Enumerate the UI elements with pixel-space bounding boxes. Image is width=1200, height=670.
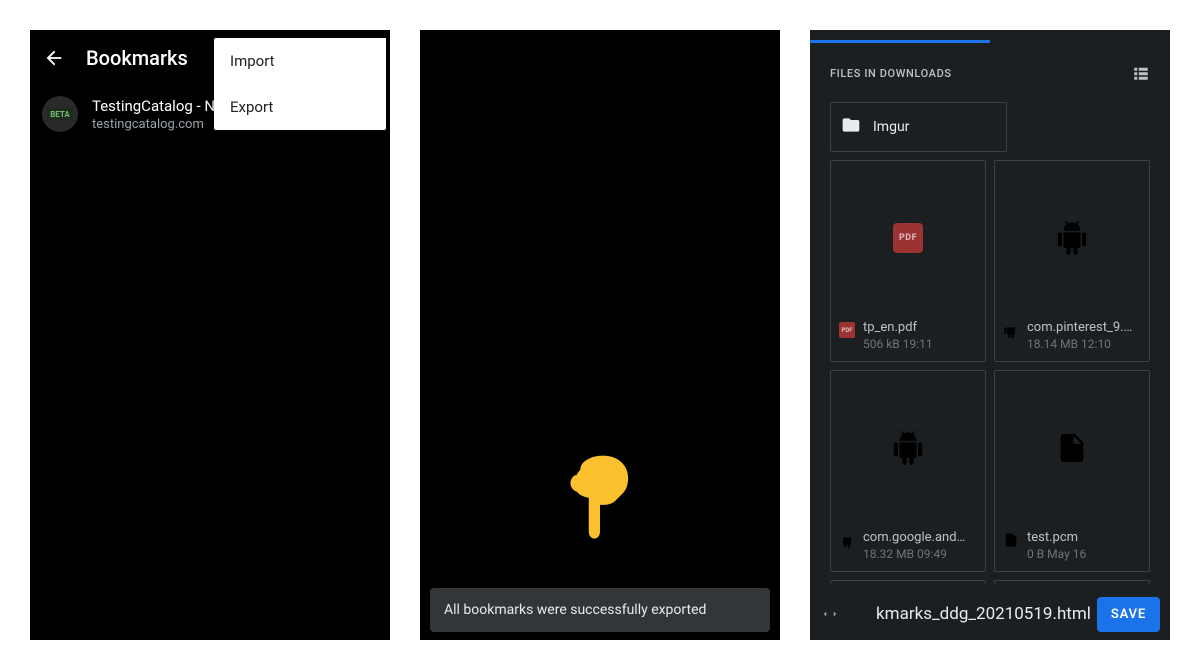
file-meta: 18.32 MB 09:49	[863, 547, 965, 561]
folder-icon	[841, 115, 861, 139]
file-preview	[995, 371, 1149, 524]
pdf-icon: PDF	[893, 223, 923, 253]
file-tile[interactable]	[994, 580, 1150, 584]
file-preview	[831, 371, 985, 524]
tab-indicator	[810, 40, 990, 43]
screen-export-result: All bookmarks were successfully exported	[420, 30, 780, 640]
file-preview: PDF	[831, 161, 985, 314]
file-meta: 0 B May 16	[1027, 547, 1086, 561]
file-tile[interactable]: com.google.and… 18.32 MB 09:49	[830, 370, 986, 572]
site-favicon: BETA	[42, 96, 78, 132]
file-name: tp_en.pdf	[863, 320, 933, 335]
picker-header: FILES IN DOWNLOADS	[810, 64, 1170, 82]
file-name: test.pcm	[1027, 530, 1086, 545]
file-grid: PDF PDF tp_en.pdf 506 kB 19:11 com.pinte…	[830, 160, 1150, 584]
pointing-down-hand-icon	[555, 450, 645, 544]
list-view-icon[interactable]	[1132, 64, 1150, 82]
file-icon	[1055, 431, 1089, 465]
file-tile[interactable]: PDF PDF tp_en.pdf 506 kB 19:11	[830, 160, 986, 362]
path-chevrons-icon[interactable]	[820, 607, 840, 621]
android-icon	[891, 431, 925, 465]
save-button[interactable]: SAVE	[1097, 597, 1160, 632]
filename-input[interactable]: ‎kmarks_ddg_20210519.html	[846, 604, 1091, 624]
file-meta: 506 kB 19:11	[863, 337, 933, 351]
android-icon	[1003, 322, 1019, 342]
file-name: com.google.and…	[863, 530, 965, 545]
file-icon	[1003, 532, 1019, 552]
overflow-menu: Import Export	[214, 38, 386, 130]
screen-bookmarks: Bookmarks BETA TestingCatalog - Ne… test…	[30, 30, 390, 640]
folder-imgur[interactable]: Imgur	[830, 102, 1007, 152]
menu-item-import[interactable]: Import	[214, 38, 386, 84]
file-tile[interactable]: test.pcm 0 B May 16	[994, 370, 1150, 572]
save-bar: ‎kmarks_ddg_20210519.html SAVE	[810, 588, 1170, 640]
picker-header-title: FILES IN DOWNLOADS	[830, 67, 952, 80]
snackbar: All bookmarks were successfully exported	[430, 588, 770, 632]
snackbar-text: All bookmarks were successfully exported	[444, 602, 706, 618]
screen-file-picker: FILES IN DOWNLOADS Imgur PDF PDF tp_en.p…	[810, 30, 1170, 640]
back-icon[interactable]	[42, 46, 66, 70]
file-preview	[995, 161, 1149, 314]
file-meta: 18.14 MB 12:10	[1027, 337, 1132, 351]
menu-item-export[interactable]: Export	[214, 84, 386, 130]
file-name: com.pinterest_9.…	[1027, 320, 1132, 335]
folder-label: Imgur	[873, 119, 909, 135]
favicon-badge: BETA	[47, 108, 73, 121]
file-tile[interactable]	[830, 580, 986, 584]
page-title: Bookmarks	[86, 46, 188, 70]
android-icon	[1055, 221, 1089, 255]
file-tile[interactable]: com.pinterest_9.… 18.14 MB 12:10	[994, 160, 1150, 362]
android-icon	[839, 532, 855, 552]
pdf-icon: PDF	[839, 322, 855, 338]
